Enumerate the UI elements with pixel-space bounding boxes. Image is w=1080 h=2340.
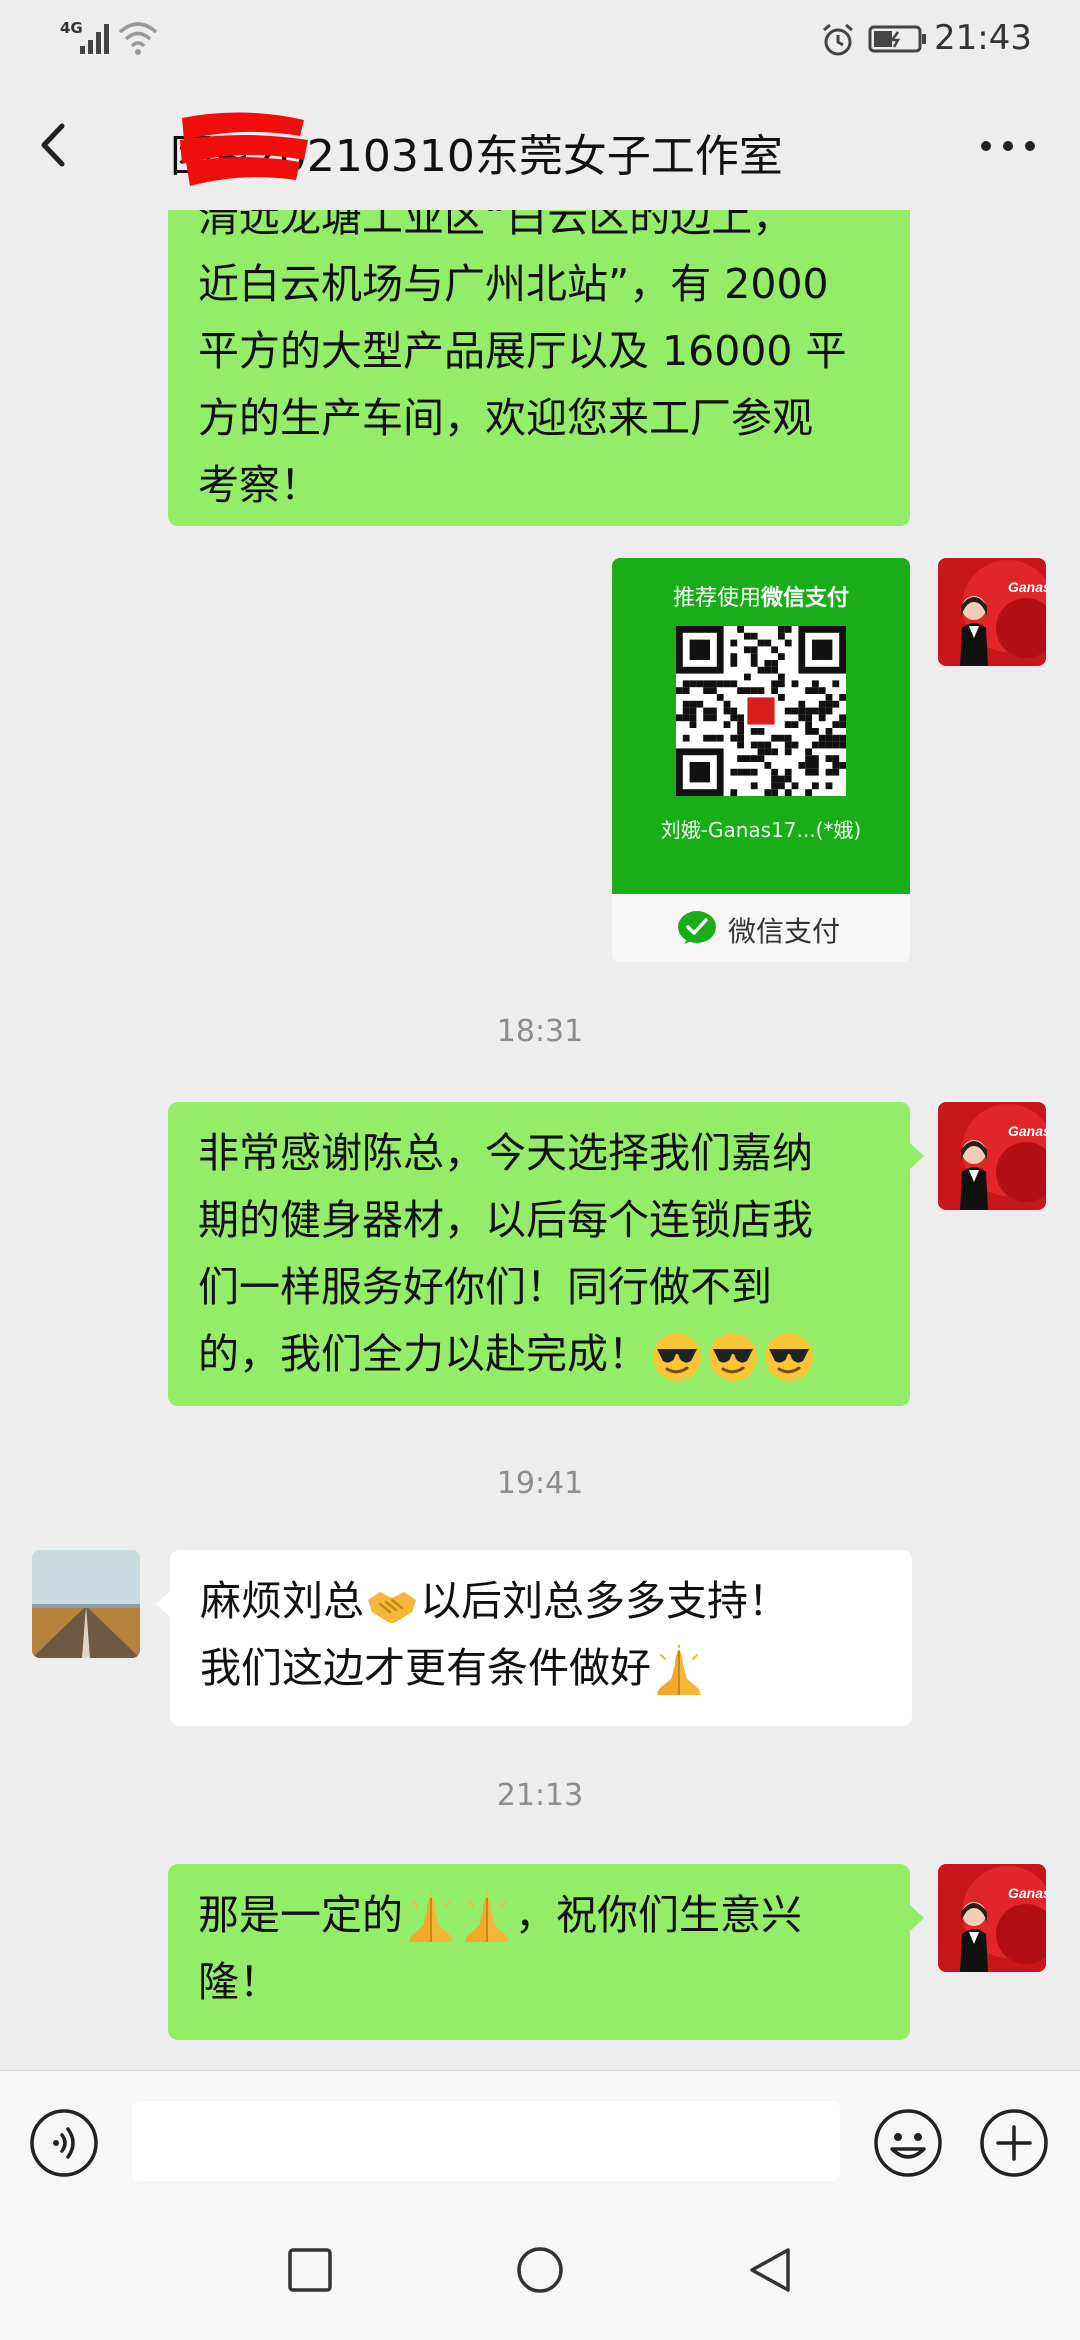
back-icon[interactable] xyxy=(20,110,90,180)
qr-code-graphic xyxy=(676,626,846,796)
message-line: 的，我们全力以赴完成！ xyxy=(198,1321,880,1388)
message-text: 麻烦刘总 xyxy=(200,1577,364,1625)
message-input[interactable] xyxy=(132,2101,840,2181)
system-navigation-bar xyxy=(0,2200,1080,2340)
avatar-image xyxy=(938,558,1046,666)
emoji-icon[interactable] xyxy=(872,2107,944,2179)
avatar-image xyxy=(32,1550,140,1658)
message-bubble-outgoing[interactable]: 非常感谢陈总，今天选择我们嘉纳 期的健身器材，以后每个连锁店我 们一样服务好你们… xyxy=(168,1102,924,1406)
redaction-scribble xyxy=(180,112,308,186)
folded-hands-emoji-icon xyxy=(408,1892,454,1943)
sunglasses-emoji-icon xyxy=(763,1331,815,1383)
nav-back-icon[interactable] xyxy=(740,2240,800,2300)
message-line: 平方的大型产品展厅以及 16000 平 xyxy=(198,327,847,375)
qr-code-icon[interactable] xyxy=(676,626,846,796)
bubble-tail xyxy=(909,1142,924,1170)
battery-icon xyxy=(868,25,926,53)
message-line: 那是一定的 ，祝你们生意兴 xyxy=(198,1882,880,1949)
chat-header: 团~20210310东莞女子工作室 xyxy=(0,80,1080,210)
pay-card-title-prefix: 推荐使用 xyxy=(672,586,761,611)
message-text: 那是一定的 xyxy=(198,1891,403,1939)
message-line: 期的健身器材，以后每个连锁店我 xyxy=(198,1196,813,1244)
avatar[interactable] xyxy=(32,1550,140,1658)
plus-icon[interactable] xyxy=(978,2107,1050,2179)
message-line: 方的生产车间，欢迎您来工厂参观 xyxy=(198,394,813,442)
alarm-icon xyxy=(823,23,853,56)
sunglasses-emoji-icon xyxy=(651,1331,703,1383)
status-bar: 4G 21:43 xyxy=(0,0,1080,80)
home-icon[interactable] xyxy=(510,2240,570,2300)
message-text: 的，我们全力以赴完成！ xyxy=(198,1330,649,1378)
message-text: 以后刘总多多支持！ xyxy=(420,1577,789,1625)
wechat-chat-screen: 4G 21:43 团~20210310东莞女子工作室 清远龙塘工业区“白云区的边… xyxy=(0,0,1080,2340)
avatar-image xyxy=(938,1102,1046,1210)
pay-card-footer-label: 微信支付 xyxy=(728,915,841,948)
message-bubble-outgoing[interactable]: 那是一定的 ，祝你们生意兴 隆！ xyxy=(168,1864,924,2040)
pay-card-title: 推荐使用微信支付 xyxy=(612,580,910,612)
more-icon[interactable] xyxy=(968,116,1048,176)
avatar-image xyxy=(938,1864,1046,1972)
avatar[interactable] xyxy=(938,1102,1046,1210)
recent-apps-icon[interactable] xyxy=(280,2240,340,2300)
message-bubble-outgoing[interactable]: 清远龙塘工业区“白云区的边上， 近白云机场与广州北站”，有 2000 平方的大型… xyxy=(168,210,910,526)
message-text: 我们这边才更有条件做好 xyxy=(200,1644,651,1692)
wifi-icon xyxy=(118,22,158,55)
bubble-tail xyxy=(156,1590,171,1618)
pay-card-footer: 微信支付 xyxy=(612,894,910,962)
message-line: 非常感谢陈总，今天选择我们嘉纳 xyxy=(198,1129,813,1177)
message-line: 清远龙塘工业区“白云区的边上， xyxy=(198,210,794,241)
voice-icon[interactable] xyxy=(28,2107,100,2179)
sunglasses-emoji-icon xyxy=(707,1331,759,1383)
message-line: 们一样服务好你们！同行做不到 xyxy=(198,1263,772,1311)
timestamp: 21:13 xyxy=(496,1778,584,1813)
message-bubble-incoming[interactable]: 麻烦刘总 以后刘总多多支持！ 我们这边才更有条件做好 xyxy=(156,1550,912,1726)
wechat-pay-icon xyxy=(678,911,716,944)
input-bar xyxy=(0,2070,1080,2200)
message-line: 麻烦刘总 以后刘总多多支持！ xyxy=(200,1568,882,1635)
payee-name: 刘娥-Ganas17...(*娥) xyxy=(660,818,862,842)
avatar[interactable] xyxy=(938,1864,1046,1972)
folded-hands-emoji-icon xyxy=(464,1892,510,1943)
wechat-pay-card[interactable]: 推荐使用微信支付 刘娥-Ganas17...(*娥) 微信支付 xyxy=(612,558,910,962)
handshake-emoji-icon xyxy=(366,1590,418,1625)
message-text: ，祝你们生意兴 xyxy=(515,1891,802,1939)
timestamp: 18:31 xyxy=(496,1014,584,1049)
message-line: 考察！ xyxy=(198,461,321,509)
message-list[interactable]: 清远龙塘工业区“白云区的边上， 近白云机场与广州北站”，有 2000 平方的大型… xyxy=(0,210,1080,2070)
bubble-tail xyxy=(909,1904,924,1932)
message-line: 近白云机场与广州北站”，有 2000 xyxy=(198,260,829,308)
avatar[interactable] xyxy=(938,558,1046,666)
pay-card-title-bold: 微信支付 xyxy=(761,586,850,611)
timestamp: 19:41 xyxy=(496,1466,584,1501)
signal-icon xyxy=(80,24,109,54)
message-line: 我们这边才更有条件做好 xyxy=(200,1635,882,1702)
clock-time: 21:43 xyxy=(934,18,1032,58)
message-line: 隆！ xyxy=(198,1958,280,2006)
folded-hands-emoji-icon xyxy=(656,1645,702,1696)
